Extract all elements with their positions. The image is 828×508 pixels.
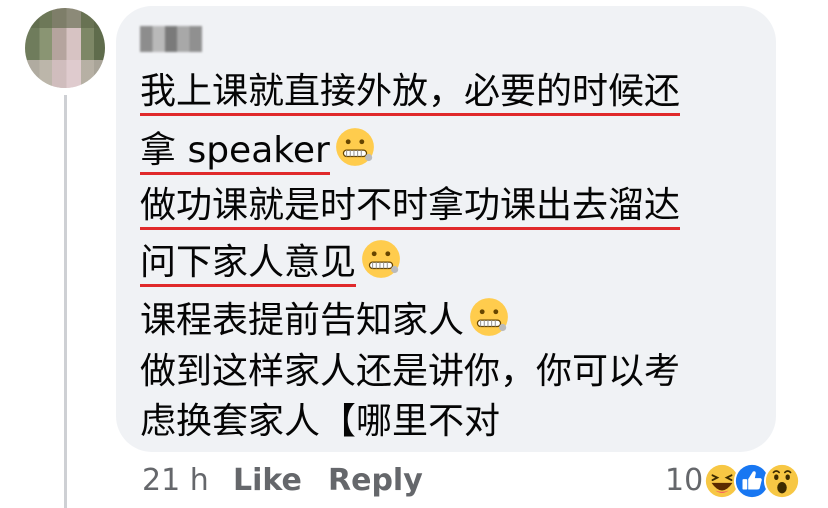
zipper-mouth-emoji-icon	[362, 240, 400, 278]
reply-button[interactable]: Reply	[328, 463, 423, 499]
commenter-avatar[interactable]	[25, 8, 105, 88]
comment-timestamp[interactable]: 21 h	[142, 463, 209, 499]
reaction-count[interactable]: 10	[665, 463, 703, 499]
thread-line	[64, 95, 67, 508]
like-button[interactable]: Like	[233, 463, 302, 499]
comment-line-5: 课程表提前告知家人	[140, 296, 510, 343]
zipper-mouth-emoji-icon	[335, 128, 374, 166]
comment-line-4: 问下家人意见	[140, 238, 402, 287]
zipper-mouth-emoji-icon	[470, 298, 508, 336]
comment-line-1: 我上课就直接外放，必要的时候还	[140, 70, 681, 116]
comment-line-7: 虑换套家人【哪里不对	[140, 401, 501, 442]
wow-reaction-icon[interactable]	[763, 462, 801, 500]
comment-line-2: 拿 speaker	[140, 126, 376, 175]
comment-line-6: 做到这样家人还是讲你，你可以考	[140, 351, 681, 392]
comment-line-3: 做功课就是时不时拿功课出去溜达	[140, 184, 681, 230]
commenter-name-blurred[interactable]	[140, 26, 202, 52]
